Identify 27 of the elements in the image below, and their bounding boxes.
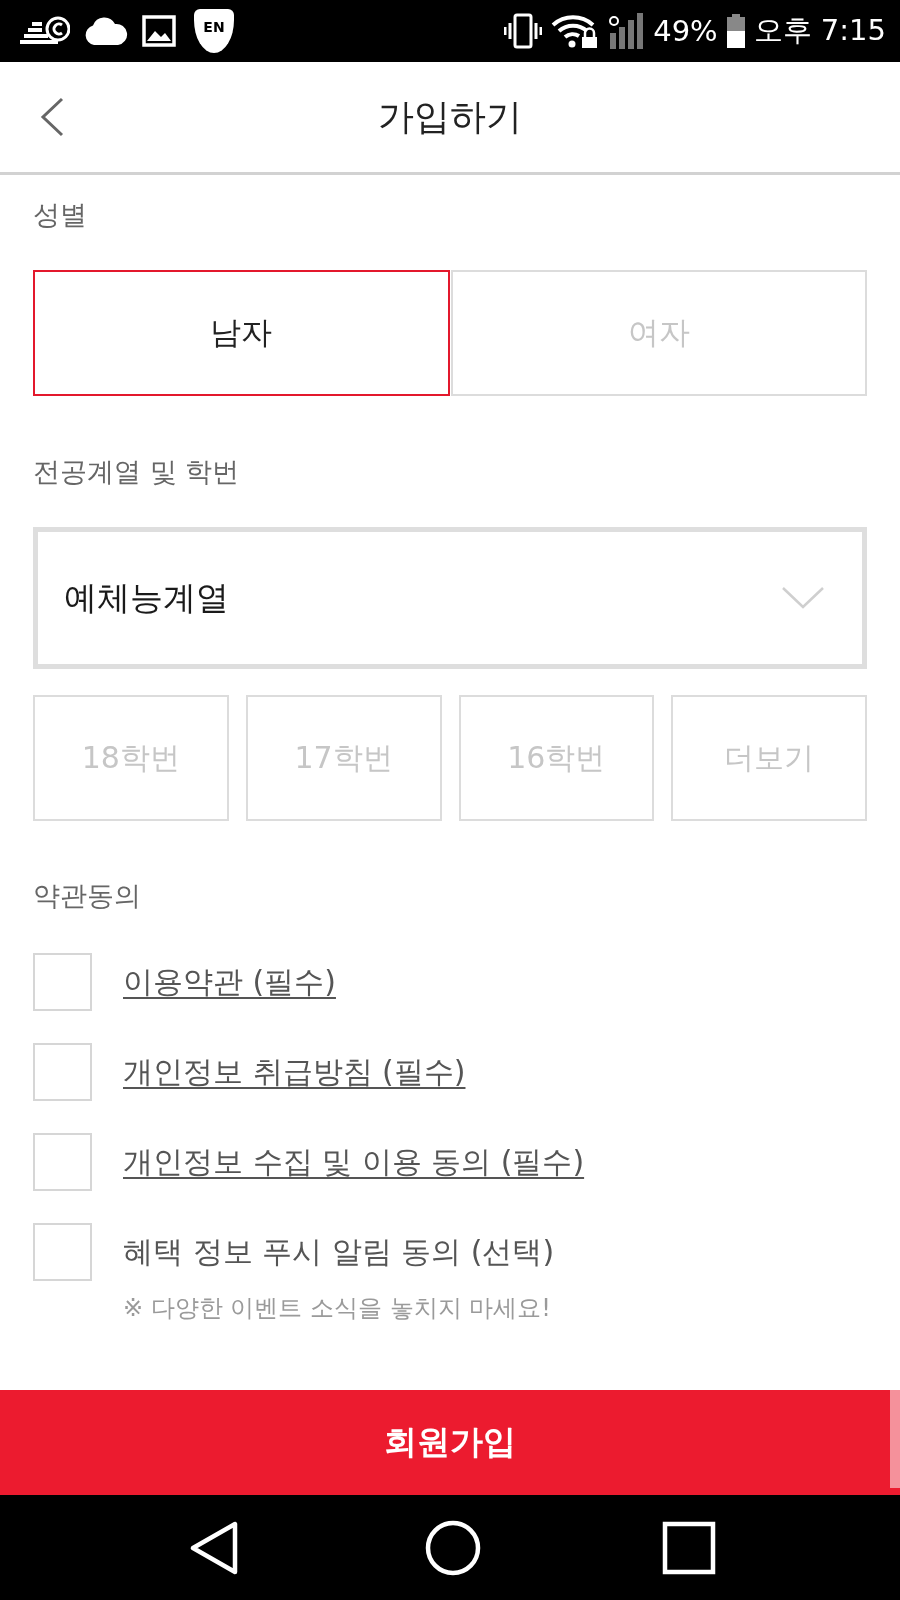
shield-badge: EN <box>194 9 234 53</box>
wifi-lock-icon <box>551 14 600 48</box>
major-select[interactable]: 예체능계열 <box>33 527 867 669</box>
page-title: 가입하기 <box>377 94 523 139</box>
terms-link[interactable]: 개인정보 취급방침 (필수) <box>123 1051 466 1093</box>
vibrate-icon <box>504 13 543 49</box>
gender-option[interactable]: 남자 <box>33 270 450 396</box>
signup-button[interactable]: 회원가입 <box>0 1390 900 1495</box>
section-label: 성별 <box>33 198 88 232</box>
battery-icon <box>726 14 745 48</box>
clock: 오후 7:15 <box>753 12 886 49</box>
image-icon <box>142 15 176 47</box>
chevron-down-icon <box>782 587 824 609</box>
stack-icon <box>18 16 70 46</box>
terms-label: 혜택 정보 푸시 알림 동의 (선택) <box>123 1232 555 1271</box>
terms-link[interactable]: 개인정보 수집 및 이용 동의 (필수) <box>123 1141 585 1183</box>
signal-icon <box>608 13 645 49</box>
checkbox[interactable] <box>33 1043 92 1101</box>
checkbox[interactable] <box>33 953 92 1011</box>
section-label: 전공계열 및 학번 <box>33 455 241 489</box>
cloud-icon <box>84 17 128 45</box>
checkbox[interactable] <box>33 1133 92 1191</box>
section-label: 약관동의 <box>33 879 142 913</box>
terms-note: ※ 다양한 이벤트 소식을 놓치지 마세요! <box>123 1293 552 1323</box>
battery-percent: 49% <box>653 14 718 48</box>
checkbox[interactable] <box>33 1223 92 1281</box>
terms-link[interactable]: 이용약관 (필수) <box>123 961 336 1003</box>
